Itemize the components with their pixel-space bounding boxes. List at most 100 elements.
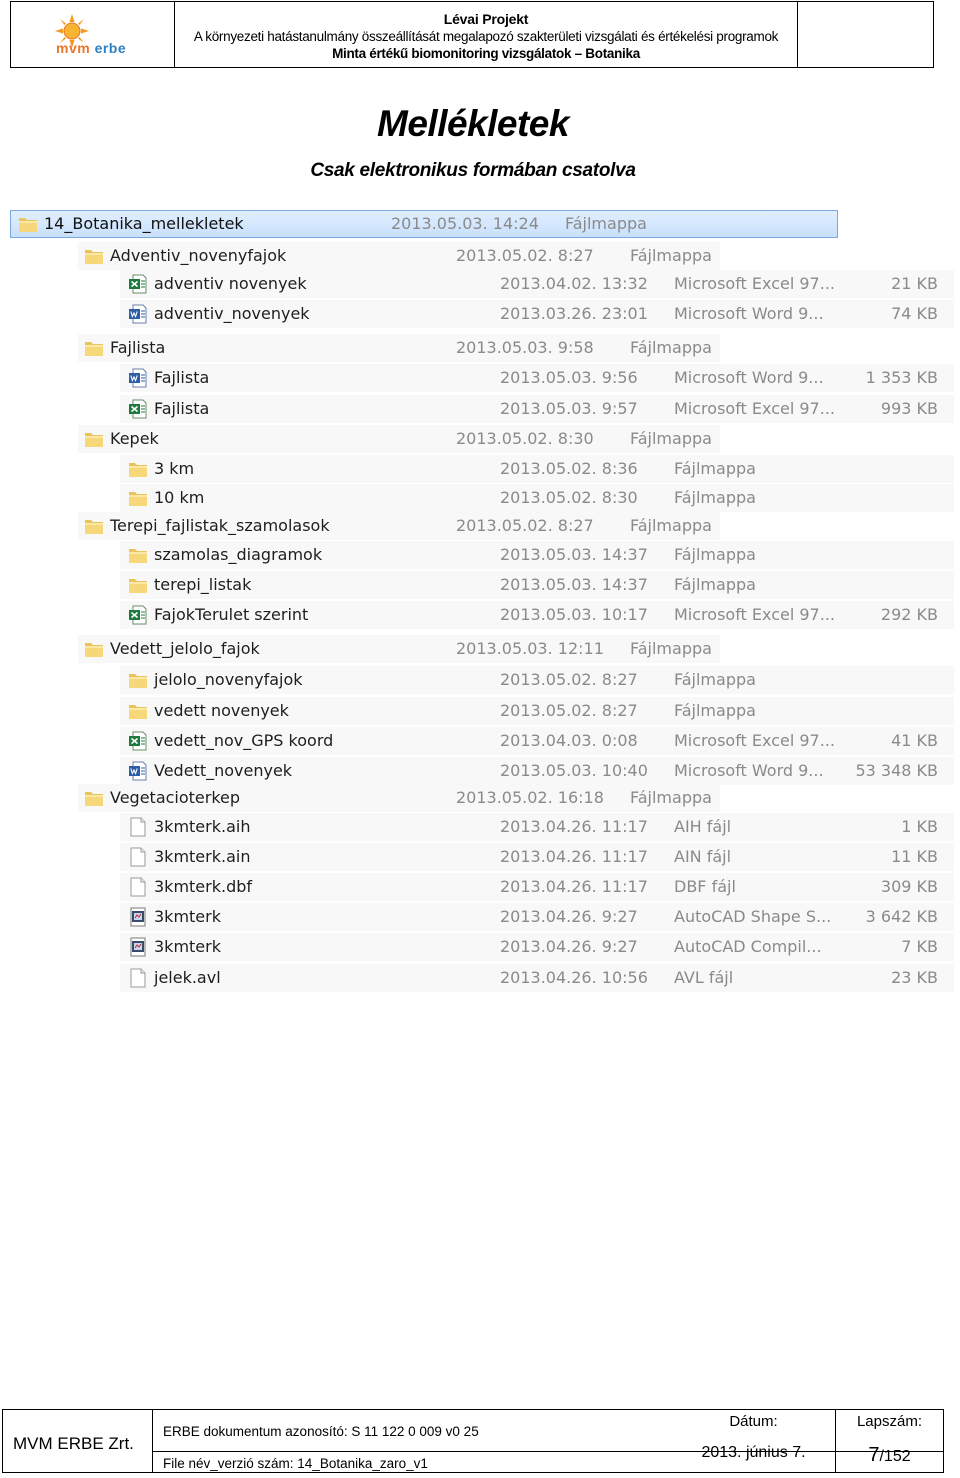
- folder-row[interactable]: 14_Botanika_mellekletek 2013.05.03. 14:24…: [0, 210, 960, 238]
- file-row[interactable]: 3kmterk 2013.04.26. 9:27 AutoCAD Shape S..…: [0, 903, 960, 931]
- item-type: Fájlmappa: [630, 516, 712, 535]
- item-size: 41 KB: [891, 731, 938, 750]
- item-name: vedett_nov_GPS koord: [154, 731, 334, 750]
- file-row[interactable]: 3kmterk.aih 2013.04.26. 11:17 AIH fájl 1 KB: [0, 813, 960, 841]
- item-name: FajokTerulet szerint: [154, 605, 309, 624]
- item-name: Terepi_fajlistak_szamolasok: [110, 516, 330, 535]
- item-date-modified: 2013.04.26. 10:56: [500, 968, 648, 987]
- folder-row[interactable]: Vedett_jelolo_fajok 2013.05.03. 12:11 Fájl…: [0, 635, 960, 663]
- folder-row[interactable]: terepi_listak 2013.05.03. 14:37 Fájlmappa: [0, 571, 960, 599]
- item-date-modified: 2013.04.03. 0:08: [500, 731, 638, 750]
- file-row[interactable]: Fajlista 2013.05.03. 9:56 Microsoft Word 9…: [0, 364, 960, 392]
- file-name-version: File név_verzió szám: 14_Botanika_zaro_v…: [163, 1456, 428, 1471]
- item-name: jelek.avl: [154, 968, 221, 987]
- item-type: Fájlmappa: [630, 338, 712, 357]
- item-type: Microsoft Word 9...: [674, 761, 824, 780]
- item-type: AutoCAD Shape S...: [674, 907, 832, 926]
- item-date-modified: 2013.04.26. 9:27: [500, 907, 638, 926]
- folder-row[interactable]: vedett novenyek 2013.05.02. 8:27 Fájlmappa: [0, 697, 960, 725]
- item-type: AutoCAD Compil...: [674, 937, 822, 956]
- item-date-modified: 2013.04.26. 11:17: [500, 817, 648, 836]
- item-date-modified: 2013.05.02. 8:36: [500, 459, 638, 478]
- item-type: Fájlmappa: [674, 701, 756, 720]
- item-name: jelolo_novenyfajok: [154, 670, 303, 689]
- item-name: Fajlista: [154, 399, 210, 418]
- folder-row[interactable]: Terepi_fajlistak_szamolasok 2013.05.02. 8…: [0, 512, 960, 540]
- folder-row[interactable]: 10 km 2013.05.02. 8:30 Fájlmappa: [0, 484, 960, 512]
- item-name: 3kmterk.aih: [154, 817, 251, 836]
- item-date-modified: 2013.05.02. 8:30: [456, 429, 594, 448]
- file-row[interactable]: jelek.avl 2013.04.26. 10:56 AVL fájl 23 KB: [0, 964, 960, 992]
- date-label: Dátum:: [729, 1413, 778, 1430]
- item-type: Microsoft Word 9...: [674, 304, 824, 323]
- excel-file-icon: [128, 274, 148, 294]
- excel-file-icon: [128, 399, 148, 419]
- page-total: /152: [879, 1448, 911, 1465]
- word-file-icon: [128, 304, 148, 324]
- file-row[interactable]: Vedett_novenyek 2013.05.03. 10:40 Microsof…: [0, 757, 960, 785]
- file-row[interactable]: vedett_nov_GPS koord 2013.04.03. 0:08 Micr…: [0, 727, 960, 755]
- company-name: MVM ERBE Zrt.: [13, 1434, 134, 1453]
- item-date-modified: 2013.05.03. 14:37: [500, 545, 648, 564]
- folder-row[interactable]: Fajlista 2013.05.03. 9:58 Fájlmappa: [0, 334, 960, 362]
- document-id: ERBE dokumentum azonosító: S 11 122 0 00…: [163, 1424, 479, 1439]
- item-size: 993 KB: [880, 399, 938, 418]
- item-type: Fájlmappa: [630, 246, 712, 265]
- item-name: Adventiv_novenyfajok: [110, 246, 287, 265]
- autocad-file-icon: [128, 907, 148, 927]
- item-type: Fájlmappa: [630, 639, 712, 658]
- item-type: DBF fájl: [674, 877, 736, 896]
- folder-row[interactable]: jelolo_novenyfajok 2013.05.02. 8:27 Fájlma…: [0, 666, 960, 694]
- folder-icon: [128, 575, 148, 595]
- folder-icon: [128, 488, 148, 508]
- folder-icon: [128, 701, 148, 721]
- item-size: 74 KB: [891, 304, 938, 323]
- item-size: 1 KB: [901, 817, 938, 836]
- file-row[interactable]: adventiv_novenyek 2013.03.26. 23:01 Micros…: [0, 300, 960, 328]
- folder-icon: [128, 545, 148, 565]
- item-type: Fájlmappa: [565, 214, 647, 233]
- folder-row[interactable]: Adventiv_novenyfajok 2013.05.02. 8:27 Fájl…: [0, 242, 960, 270]
- folder-row[interactable]: Vegetacioterkep 2013.05.02. 16:18 Fájlmapp…: [0, 784, 960, 812]
- page-footer: MVM ERBE Zrt. ERBE dokumentum azonosító:…: [2, 1409, 944, 1473]
- item-name: Fajlista: [110, 338, 166, 357]
- item-date-modified: 2013.03.26. 23:01: [500, 304, 648, 323]
- item-type: Fájlmappa: [674, 488, 756, 507]
- file-row[interactable]: 3kmterk.dbf 2013.04.26. 11:17 DBF fájl 309 …: [0, 873, 960, 901]
- folder-row[interactable]: szamolas_diagramok 2013.05.03. 14:37 Fájlm…: [0, 541, 960, 569]
- item-type: Microsoft Word 9...: [674, 368, 824, 387]
- file-row[interactable]: Fajlista 2013.05.03. 9:57 Microsoft Excel …: [0, 395, 960, 423]
- item-date-modified: 2013.05.02. 8:27: [456, 246, 594, 265]
- folder-row[interactable]: Kepek 2013.05.02. 8:30 Fájlmappa: [0, 425, 960, 453]
- file-row[interactable]: 3kmterk 2013.04.26. 9:27 AutoCAD Compil...…: [0, 933, 960, 961]
- item-date-modified: 2013.05.02. 8:27: [500, 701, 638, 720]
- item-name: 3kmterk.ain: [154, 847, 251, 866]
- item-date-modified: 2013.05.03. 9:58: [456, 338, 594, 357]
- item-size: 11 KB: [891, 847, 938, 866]
- item-name: Fajlista: [154, 368, 210, 387]
- file-row[interactable]: FajokTerulet szerint 2013.05.03. 10:17 Mic…: [0, 601, 960, 629]
- folder-row[interactable]: 3 km 2013.05.02. 8:36 Fájlmappa: [0, 455, 960, 483]
- item-type: Microsoft Excel 97...: [674, 605, 835, 624]
- folder-icon: [84, 516, 104, 536]
- item-size: 7 KB: [901, 937, 938, 956]
- page-number-label: Lapszám:: [856, 1413, 923, 1430]
- item-name: Vegetacioterkep: [110, 788, 241, 807]
- item-name: adventiv novenyek: [154, 274, 307, 293]
- row-background: [78, 334, 720, 362]
- item-type: Fájlmappa: [674, 459, 756, 478]
- file-row[interactable]: adventiv novenyek 2013.04.02. 13:32 Micros…: [0, 270, 960, 298]
- excel-file-icon: [128, 605, 148, 625]
- row-background: [78, 425, 720, 453]
- autocad-file-icon: [128, 937, 148, 957]
- item-name: adventiv_novenyek: [154, 304, 310, 323]
- item-name: 10 km: [154, 488, 205, 507]
- item-date-modified: 2013.05.03. 9:57: [500, 399, 638, 418]
- item-date-modified: 2013.05.02. 8:27: [456, 516, 594, 535]
- file-row[interactable]: 3kmterk.ain 2013.04.26. 11:17 AIN fájl 11 K…: [0, 843, 960, 871]
- item-size: 292 KB: [880, 605, 938, 624]
- item-name: vedett novenyek: [154, 701, 289, 720]
- word-file-icon: [128, 761, 148, 781]
- item-size: 3 642 KB: [865, 907, 938, 926]
- item-type: Microsoft Excel 97...: [674, 274, 835, 293]
